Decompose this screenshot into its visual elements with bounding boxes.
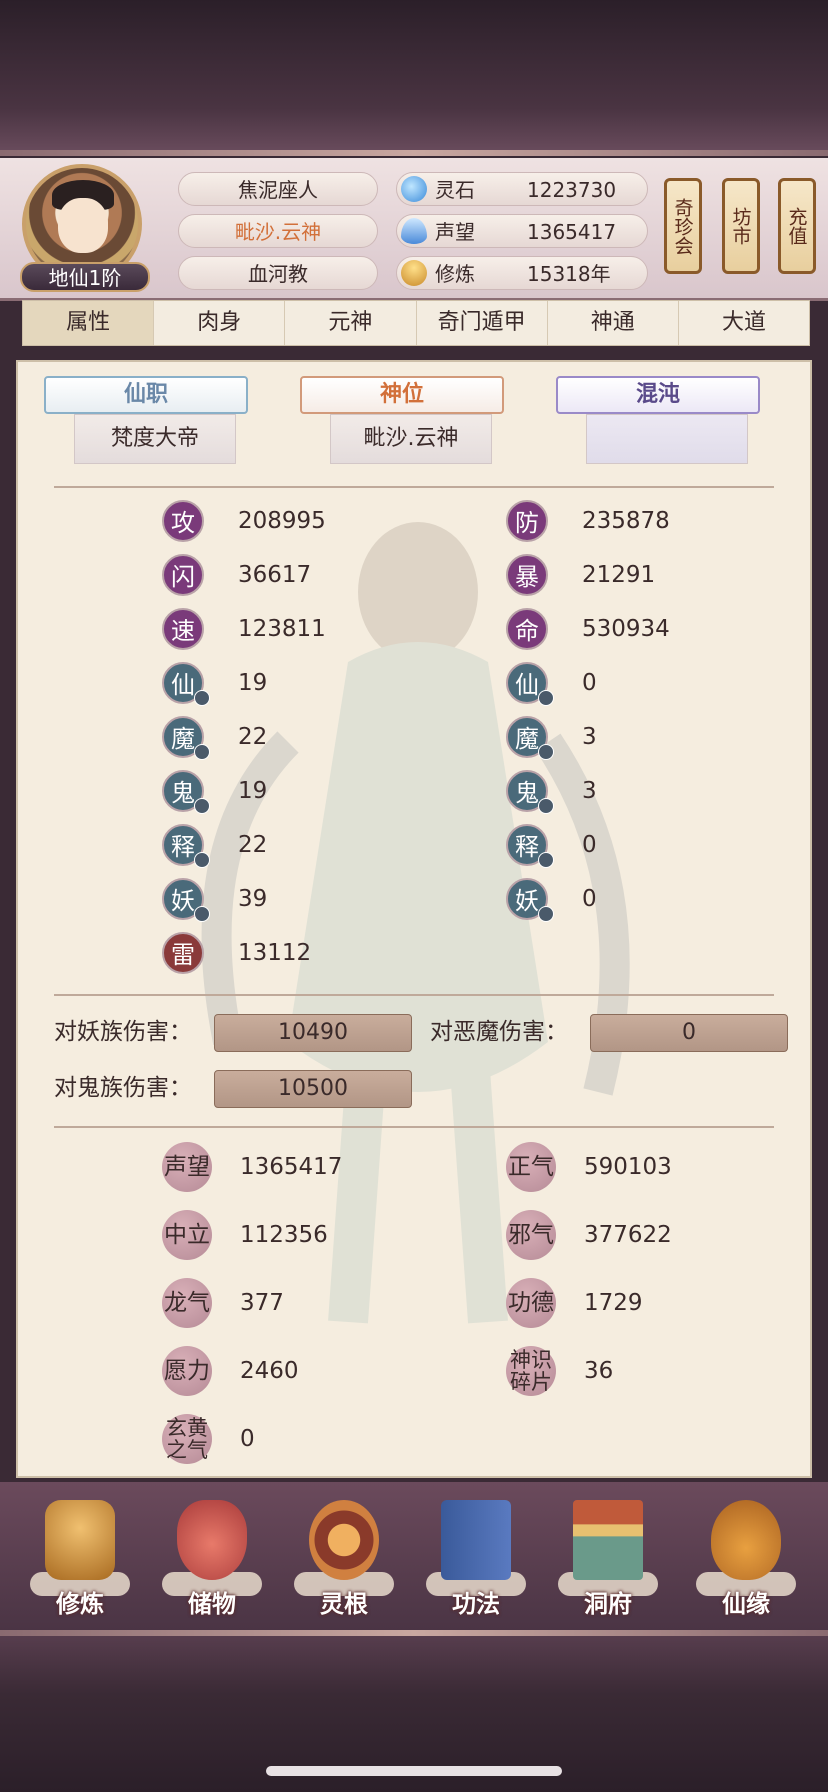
damage-vs-yao-value: 10490 [214,1014,412,1052]
ornament-divider [0,150,828,156]
damage-vs-evil-label: 对恶魔伤害： [430,1019,568,1045]
damage-vs-ghost-value: 10500 [214,1070,412,1108]
section-divider [54,1126,774,1128]
recharge-button[interactable]: 充值 [778,178,816,274]
nav-storage[interactable]: 储物 [152,1492,272,1632]
nav-spirit-root[interactable]: 灵根 [284,1492,404,1632]
god-title: 毗沙.云神 [178,214,378,248]
spirit-root-icon [309,1500,379,1580]
attack-marker-icon [194,690,210,706]
sect-name: 血河教 [178,256,378,290]
resource-spirit-stone: 灵石 1223730 [396,172,648,206]
shield-marker-icon [538,906,554,922]
monk-icon [45,1500,115,1580]
tab-qimen[interactable]: 奇门遁甲 [417,301,548,345]
home-indicator[interactable] [266,1766,562,1776]
attack-marker-icon [194,798,210,814]
tab-spirit[interactable]: 元神 [285,301,417,345]
shield-marker-icon [538,744,554,760]
gourd-icon [711,1500,781,1580]
nav-techniques[interactable]: 功法 [416,1492,536,1632]
attack-marker-icon [194,744,210,760]
damage-vs-evil-value: 0 [590,1014,788,1052]
market-button[interactable]: 坊市 [722,178,760,274]
shield-marker-icon [538,852,554,868]
shield-marker-icon [538,798,554,814]
tab-great-dao[interactable]: 大道 [679,301,809,345]
nav-immortal-fate[interactable]: 仙缘 [686,1492,806,1632]
section-divider [54,486,774,488]
damage-vs-yao-label: 对妖族伤害： [54,1019,192,1045]
player-name: 焦泥座人 [178,172,378,206]
attack-marker-icon [194,852,210,868]
title-banner-immortal-post: 仙职 [44,376,248,414]
god-rank-value: 毗沙.云神 [330,414,492,464]
shield-marker-icon [538,690,554,706]
title-banner-chaos: 混沌 [556,376,760,414]
resource-cultivation: 修炼 15318年 [396,256,648,290]
spirit-stone-icon [401,176,427,202]
section-divider [54,994,774,996]
bottom-nav: 修炼 储物 灵根 功法 洞府 仙缘 [0,1482,828,1632]
nav-cave-palace[interactable]: 洞府 [548,1492,668,1632]
storage-bag-icon [177,1500,247,1580]
attribute-panel: 仙职 梵度大帝 神位 毗沙.云神 混沌 攻 208995 闪 36617 速 1238… [16,360,812,1478]
treasure-fair-button[interactable]: 奇珍会 [664,178,702,274]
chaos-value [586,414,748,464]
tab-bar: 属性 肉身 元神 奇门遁甲 神通 大道 [22,300,810,346]
cave-palace-icon [573,1500,643,1580]
tab-attributes[interactable]: 属性 [23,301,155,345]
reputation-icon [401,218,427,244]
nav-cultivate[interactable]: 修炼 [20,1492,140,1632]
top-background [0,0,828,155]
attack-marker-icon [194,906,210,922]
tab-divine-power[interactable]: 神通 [548,301,679,345]
cultivation-icon [401,260,427,286]
title-banner-god-rank: 神位 [300,376,504,414]
immortal-post-value: 梵度大帝 [74,414,236,464]
tab-body[interactable]: 肉身 [154,301,286,345]
player-header: 地仙1阶 焦泥座人 毗沙.云神 血河教 灵石 1223730 声望 136541… [0,158,828,301]
avatar-face [58,198,108,253]
ornament-divider [0,1630,828,1636]
resource-reputation: 声望 1365417 [396,214,648,248]
rank-badge: 地仙1阶 [20,262,150,292]
damage-vs-ghost-label: 对鬼族伤害： [54,1075,192,1101]
book-icon [441,1500,511,1580]
